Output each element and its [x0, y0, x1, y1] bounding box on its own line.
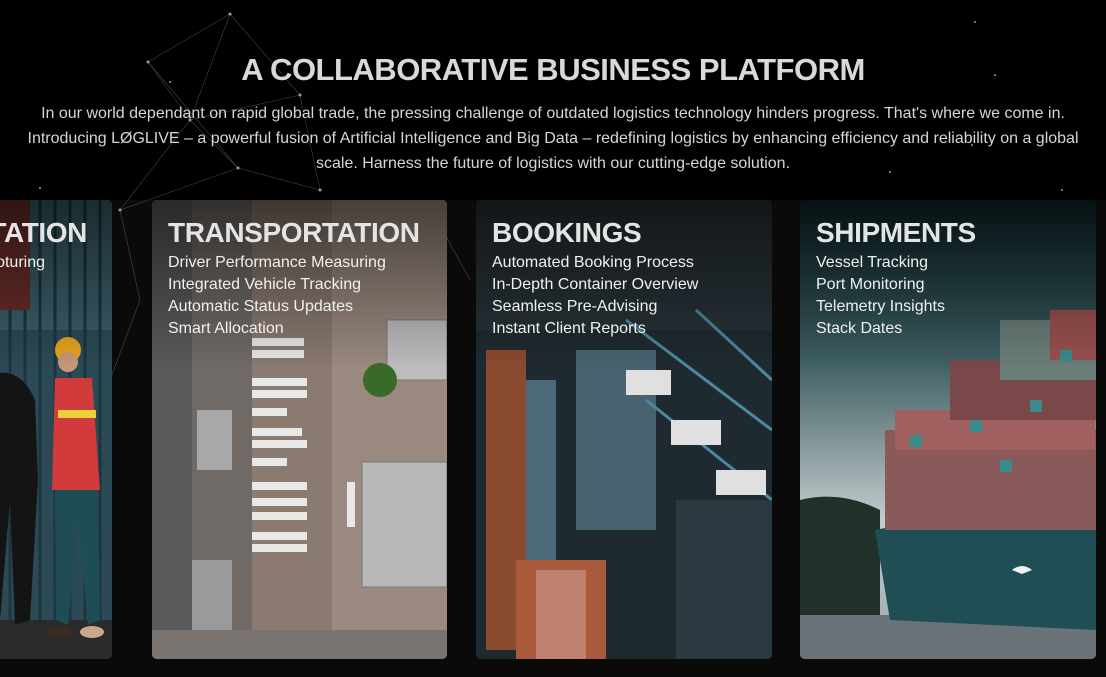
card-feature-list: Vessel Tracking Port Monitoring Telemetr… [816, 252, 945, 340]
card-feature: Instant Client Reports [492, 320, 646, 337]
feature-card-partial[interactable]: TATION oturing [0, 200, 112, 659]
card-feature: Automated Booking Process [492, 254, 694, 271]
card-feature: Automatic Status Updates [168, 298, 353, 315]
card-feature: Driver Performance Measuring [168, 254, 386, 271]
card-feature-list: Automated Booking Process In-Depth Conta… [492, 252, 698, 340]
card-title: SHIPMENTS [816, 217, 976, 248]
card-title: TATION [0, 217, 87, 248]
bookings-card[interactable]: BOOKINGS Automated Booking Process In-De… [476, 200, 772, 659]
transportation-card[interactable]: TRANSPORTATION Driver Performance Measur… [152, 200, 447, 659]
card-feature: In-Depth Container Overview [492, 276, 699, 293]
card-feature-list: oturing [0, 252, 45, 274]
section-intro: In our world dependant on rapid global t… [27, 105, 1079, 172]
section-title: A COLLABORATIVE BUSINESS PLATFORM [241, 52, 865, 87]
card-feature: Vessel Tracking [816, 254, 929, 271]
card-feature-list: Driver Performance Measuring Integrated … [168, 252, 386, 340]
card-feature: Port Monitoring [816, 276, 925, 293]
card-feature: Smart Allocation [168, 320, 284, 337]
card-feature: Seamless Pre-Advising [492, 298, 658, 315]
shipments-card[interactable]: SHIPMENTS Vessel Tracking Port Monitorin… [800, 200, 1096, 659]
card-title: BOOKINGS [492, 217, 642, 248]
card-feature: Stack Dates [816, 320, 903, 337]
card-title: TRANSPORTATION [168, 217, 420, 248]
card-feature: oturing [0, 254, 45, 271]
card-feature: Integrated Vehicle Tracking [168, 276, 362, 293]
card-feature: Telemetry Insights [816, 298, 945, 315]
